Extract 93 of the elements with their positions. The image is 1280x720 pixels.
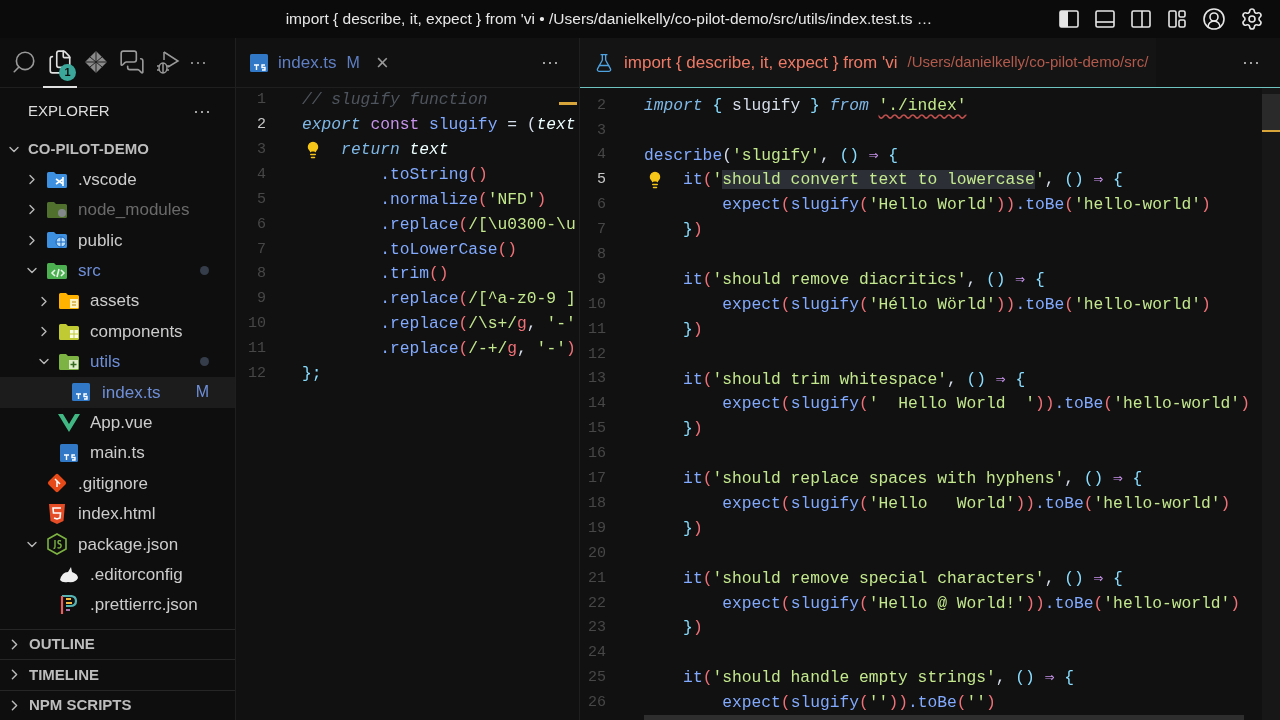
flask-icon xyxy=(594,52,614,73)
folder-icon xyxy=(58,322,80,341)
tab-description: /Users/danielkelly/co-pilot-demo/src/ xyxy=(907,52,1149,73)
code-line: }) xyxy=(683,418,703,441)
editorconfig-icon xyxy=(58,565,80,584)
folder-item[interactable]: components xyxy=(0,316,235,347)
folder-icon xyxy=(58,292,80,311)
code-line: }) xyxy=(683,517,703,540)
diamond-icon[interactable] xyxy=(83,48,109,75)
code-line: }) xyxy=(683,617,703,640)
code-line: it('should handle empty strings', () ⇒ { xyxy=(683,667,1074,690)
code-line: .normalize('NFD') xyxy=(380,188,547,211)
panel-toggle-icon[interactable] xyxy=(1094,8,1116,30)
code-line: .toString() xyxy=(380,163,488,186)
files-icon[interactable] xyxy=(47,48,73,75)
sidebar-title: EXPLORER xyxy=(28,100,110,121)
typescript-file-icon xyxy=(60,444,78,463)
code-line: expect(slugify('Héllo Wörld')).toBe('hello-world') xyxy=(722,293,1211,316)
file-item[interactable]: .gitignore xyxy=(0,468,235,499)
folder-header[interactable]: CO-PILOT-DEMO xyxy=(0,134,235,165)
vue-file-icon xyxy=(58,413,80,432)
code-line: .replace(/\s+/g, '-' xyxy=(380,313,576,336)
folder-icon xyxy=(46,200,68,219)
run-debug-icon[interactable] xyxy=(155,48,181,75)
code-line: expect(slugify(' Hello World ')).toBe('hello-world') xyxy=(722,393,1250,416)
line-number: 5 xyxy=(596,170,606,191)
section-header[interactable]: NPM SCRIPTS xyxy=(0,689,235,720)
file-item[interactable]: main.ts xyxy=(0,437,235,469)
more-actions-button[interactable]: ··· xyxy=(189,49,207,76)
code-line: .replace(/[\u0300-\u xyxy=(380,213,576,236)
activity-tab[interactable]: 1 xyxy=(43,37,77,88)
code-line: it('should remove special characters', () ⇒ { xyxy=(683,567,1123,590)
layout-icon[interactable] xyxy=(1166,8,1188,30)
code-line: expect(slugify('Hello @ World!')).toBe('hello-world') xyxy=(722,592,1241,615)
file-item[interactable]: .prettierrc.json xyxy=(0,589,235,621)
folder-icon xyxy=(46,170,68,189)
file-item[interactable]: index.ts M xyxy=(0,377,235,408)
sidebar-toggle-icon[interactable] xyxy=(1130,8,1152,30)
line-number: 2 xyxy=(256,115,266,136)
chat-icon[interactable] xyxy=(119,48,145,75)
horizontal-scrollbar[interactable] xyxy=(644,715,1244,720)
window-title: import { describe, it, expect } from 'vi • /Users/danielkelly/co-pilot-demo/src/utils/index.test.ts … xyxy=(285,9,933,30)
code-line: // slugify function xyxy=(302,89,488,112)
prettier-icon xyxy=(60,595,78,616)
more-actions-button[interactable]: ··· xyxy=(1242,49,1260,76)
close-button[interactable]: × xyxy=(375,51,389,74)
typescript-file-icon xyxy=(72,383,90,402)
folder-item[interactable]: utils xyxy=(0,346,235,378)
html-file-icon xyxy=(48,503,66,524)
folder-icon xyxy=(46,231,68,250)
code-line: describe('slugify', () ⇒ { xyxy=(644,144,899,167)
code-line: }) xyxy=(683,219,703,242)
code-line: .trim() xyxy=(380,263,449,286)
file-item[interactable]: App.vue xyxy=(0,407,235,438)
code-line: expect(slugify('Hello World')).toBe('hello-world') xyxy=(722,194,1211,217)
notification-badge: 1 xyxy=(59,63,76,81)
more-actions-button[interactable]: ··· xyxy=(193,97,211,125)
code-line: .replace(/[^a-z0-9 ] xyxy=(380,288,576,311)
folder-icon xyxy=(46,261,68,280)
settings-icon[interactable] xyxy=(1240,7,1264,31)
file-item[interactable]: .editorconfig xyxy=(0,559,235,590)
section-header[interactable]: TIMELINE xyxy=(0,659,235,690)
folder-icon xyxy=(58,352,80,371)
overview-ruler-mark xyxy=(559,102,577,105)
code-line: it('should trim whitespace', () ⇒ { xyxy=(683,368,1026,391)
folder-item[interactable]: src xyxy=(0,255,235,286)
more-actions-button[interactable]: ··· xyxy=(541,49,559,76)
code-line: .toLowerCase() xyxy=(380,238,518,261)
code-line: it('should convert text to lowercase', () ⇒ { xyxy=(683,169,1123,192)
code-line: import { slugify } from './index' xyxy=(644,94,967,117)
code-line: }; xyxy=(302,363,322,385)
folder-item[interactable]: node_modules xyxy=(0,194,235,226)
account-icon[interactable] xyxy=(1202,7,1226,31)
file-item[interactable]: index.html xyxy=(0,498,235,530)
code-line: }) xyxy=(683,318,703,341)
folder-item[interactable]: package.json xyxy=(0,529,235,560)
git-status-label: M xyxy=(195,382,209,403)
vertical-scrollbar[interactable] xyxy=(1262,88,1280,720)
hexagon-icon xyxy=(47,533,67,556)
code-line: export const slugify = (text xyxy=(302,114,576,137)
folder-item[interactable]: public xyxy=(0,225,235,256)
code-line: return text xyxy=(341,139,449,161)
typescript-file-icon xyxy=(250,53,268,72)
section-header[interactable]: OUTLINE xyxy=(0,628,235,659)
folder-item[interactable]: assets xyxy=(0,285,235,317)
editor-tab[interactable]: index.ts M × xyxy=(236,38,397,87)
sidebar-toggle-icon[interactable] xyxy=(1058,8,1080,30)
code-line: it('should remove diacritics', () ⇒ { xyxy=(683,268,1045,291)
code-line: expect(slugify('')).toBe('') xyxy=(722,692,996,715)
code-line: expect(slugify('Hello World')).toBe('hello-world') xyxy=(722,492,1231,515)
folder-item[interactable]: .vscode xyxy=(0,164,235,195)
code-line: .replace(/-+/g, '-') xyxy=(380,338,576,361)
code-line: it('should replace spaces with hyphens', () ⇒ { xyxy=(683,468,1143,491)
